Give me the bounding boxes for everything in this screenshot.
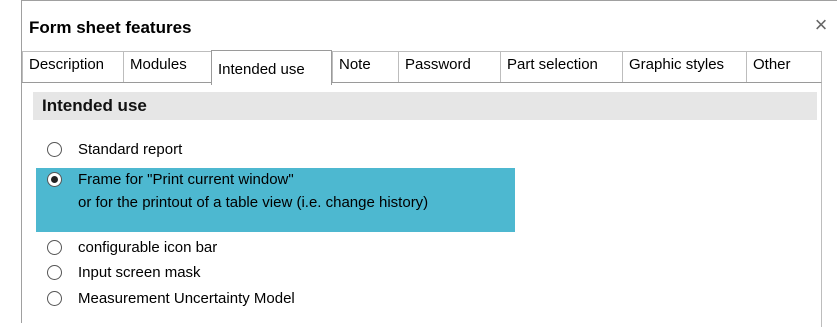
tab-note[interactable]: Note	[332, 51, 399, 82]
section-header: Intended use	[33, 92, 817, 120]
option-label: Frame for "Print current window"	[78, 171, 294, 188]
option-label: Standard report	[78, 141, 183, 158]
option-label: Measurement Uncertainty Model	[78, 290, 295, 307]
tab-graphic-styles[interactable]: Graphic styles	[622, 51, 747, 82]
title-bar: Form sheet features ×	[22, 1, 837, 45]
tab-modules[interactable]: Modules	[123, 51, 212, 82]
radio-button-selected[interactable]	[47, 172, 62, 187]
option-label-line2: or for the printout of a table view (i.e…	[78, 194, 429, 211]
tab-strip: Description Modules Intended use Note Pa…	[22, 50, 822, 85]
form-sheet-features-dialog: Form sheet features × Description Module…	[21, 0, 837, 327]
radio-button[interactable]	[47, 142, 62, 157]
tab-password[interactable]: Password	[398, 51, 501, 82]
radio-button[interactable]	[47, 265, 62, 280]
tab-description[interactable]: Description	[22, 51, 124, 82]
tab-part-selection[interactable]: Part selection	[500, 51, 623, 82]
option-label: Input screen mask	[78, 264, 201, 281]
section-title: Intended use	[42, 96, 147, 115]
radio-button[interactable]	[47, 240, 62, 255]
radio-button[interactable]	[47, 291, 62, 306]
intended-use-panel: Intended use Standard report Frame for "…	[22, 82, 822, 327]
tab-other[interactable]: Other	[746, 51, 822, 82]
dialog-title: Form sheet features	[29, 18, 192, 37]
tab-intended-use[interactable]: Intended use	[211, 50, 332, 85]
option-label: configurable icon bar	[78, 239, 218, 256]
close-icon[interactable]: ×	[811, 14, 831, 36]
